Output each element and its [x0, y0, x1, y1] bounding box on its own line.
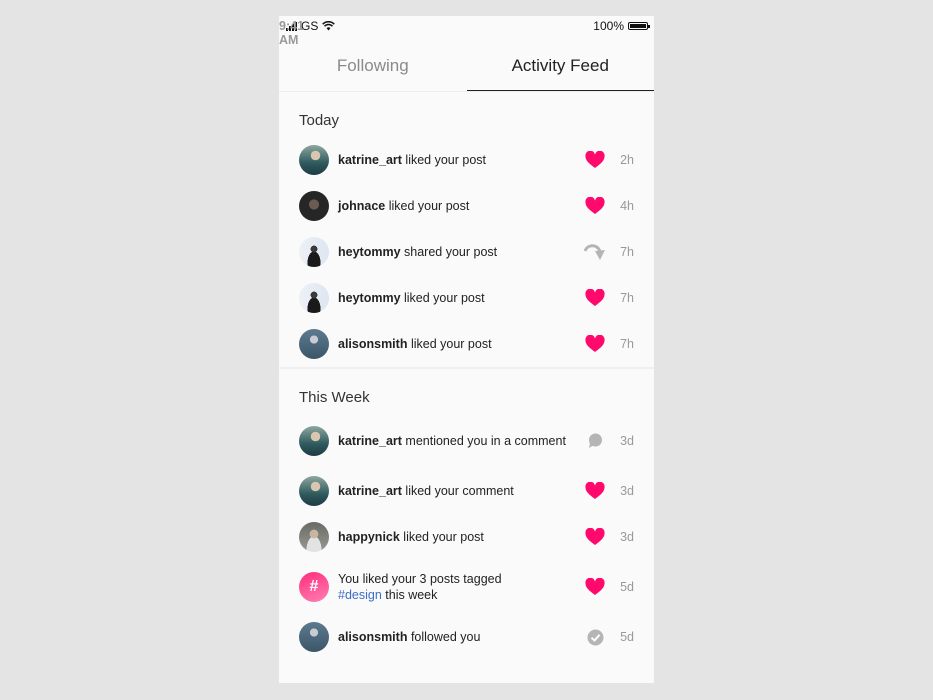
avatar[interactable]: [299, 283, 329, 313]
battery-icon: [628, 22, 650, 30]
check-icon: [584, 629, 606, 646]
activity-text: katrine_art liked your post: [338, 152, 584, 168]
timestamp: 3d: [620, 484, 634, 498]
username-link[interactable]: katrine_art: [338, 484, 402, 498]
list-item[interactable]: johnace liked your post 4h: [279, 183, 654, 229]
avatar[interactable]: [299, 426, 329, 456]
avatar[interactable]: [299, 237, 329, 267]
activity-text: alisonsmith followed you: [338, 629, 584, 645]
username-link[interactable]: heytommy: [338, 291, 401, 305]
activity-text: katrine_art mentioned you in a comment: [338, 433, 584, 449]
username-link[interactable]: katrine_art: [338, 434, 402, 448]
list-item[interactable]: katrine_art liked your post 2h: [279, 137, 654, 183]
battery-percent: 100%: [593, 19, 624, 33]
avatar[interactable]: [299, 145, 329, 175]
activity-description: liked your post: [407, 337, 492, 351]
heart-icon: [584, 151, 606, 169]
list-item[interactable]: katrine_art mentioned you in a comment 3d: [279, 414, 654, 468]
activity-description: You liked your 3 posts tagged: [338, 572, 502, 586]
avatar[interactable]: [299, 522, 329, 552]
phone-screen: GS 9:41 AM 100% Following Activity Feed …: [279, 16, 654, 683]
timestamp: 7h: [620, 337, 634, 351]
username-link[interactable]: alisonsmith: [338, 630, 407, 644]
username-link[interactable]: johnace: [338, 199, 385, 213]
activity-description: liked your post: [401, 153, 487, 167]
comment-icon: [584, 433, 606, 449]
wifi-icon: [322, 21, 336, 31]
section-title: Today: [299, 112, 340, 129]
activity-description: liked your comment: [401, 484, 514, 498]
hashtag-icon[interactable]: #: [299, 572, 329, 602]
activity-text: alisonsmith liked your post: [338, 336, 584, 352]
share-icon: [584, 243, 606, 261]
timestamp: 7h: [620, 291, 634, 305]
heart-icon: [584, 289, 606, 307]
timestamp: 4h: [620, 199, 634, 213]
avatar[interactable]: [299, 191, 329, 221]
hashtag-link[interactable]: #design: [338, 588, 382, 602]
username-link[interactable]: alisonsmith: [338, 337, 407, 351]
list-item[interactable]: alisonsmith followed you 5d: [279, 614, 654, 660]
activity-text: johnace liked your post: [338, 198, 584, 214]
activity-description: liked your post: [399, 530, 484, 544]
section-title: This Week: [299, 389, 370, 406]
activity-text: You liked your 3 posts tagged #design th…: [338, 571, 584, 603]
timestamp: 3d: [620, 530, 634, 544]
timestamp: 3d: [620, 434, 634, 448]
activity-description: liked your post: [400, 291, 485, 305]
status-bar: GS 9:41 AM 100%: [279, 16, 654, 47]
avatar[interactable]: [299, 329, 329, 359]
heart-icon: [584, 578, 606, 596]
list-item[interactable]: # You liked your 3 posts tagged #design t…: [279, 560, 654, 614]
list-item[interactable]: alisonsmith liked your post 7h: [279, 321, 654, 367]
activity-description-end: this week: [381, 588, 438, 602]
activity-text: heytommy liked your post: [338, 290, 584, 306]
activity-text: heytommy shared your post: [338, 244, 584, 260]
activity-feed: Today katrine_art liked your post 2h johnac…: [279, 92, 654, 660]
clock: 9:41 AM: [279, 19, 305, 47]
timestamp: 7h: [620, 245, 634, 259]
activity-description: mentioned you in a comment: [401, 434, 566, 448]
activity-description: followed you: [407, 630, 481, 644]
activity-description: shared your post: [400, 245, 498, 259]
heart-icon: [584, 335, 606, 353]
section-this-week: This Week katrine_art mentioned you in a …: [279, 367, 654, 660]
activity-text: katrine_art liked your comment: [338, 483, 584, 499]
heart-icon: [584, 482, 606, 500]
username-link[interactable]: heytommy: [338, 245, 401, 259]
tab-bar: Following Activity Feed: [279, 36, 654, 92]
tab-activity-feed[interactable]: Activity Feed: [466, 36, 654, 91]
tab-following[interactable]: Following: [279, 36, 467, 91]
avatar[interactable]: [299, 476, 329, 506]
section-today: Today katrine_art liked your post 2h johnac…: [279, 92, 654, 367]
heart-icon: [584, 197, 606, 215]
list-item[interactable]: happynick liked your post 3d: [279, 514, 654, 560]
list-item[interactable]: heytommy shared your post 7h: [279, 229, 654, 275]
username-link[interactable]: katrine_art: [338, 153, 402, 167]
timestamp: 5d: [620, 630, 634, 644]
username-link[interactable]: happynick: [338, 530, 400, 544]
activity-description: liked your post: [385, 199, 470, 213]
heart-icon: [584, 528, 606, 546]
timestamp: 2h: [620, 153, 634, 167]
list-item[interactable]: heytommy liked your post 7h: [279, 275, 654, 321]
activity-text: happynick liked your post: [338, 529, 584, 545]
list-item[interactable]: katrine_art liked your comment 3d: [279, 468, 654, 514]
avatar[interactable]: [299, 622, 329, 652]
timestamp: 5d: [620, 580, 634, 594]
